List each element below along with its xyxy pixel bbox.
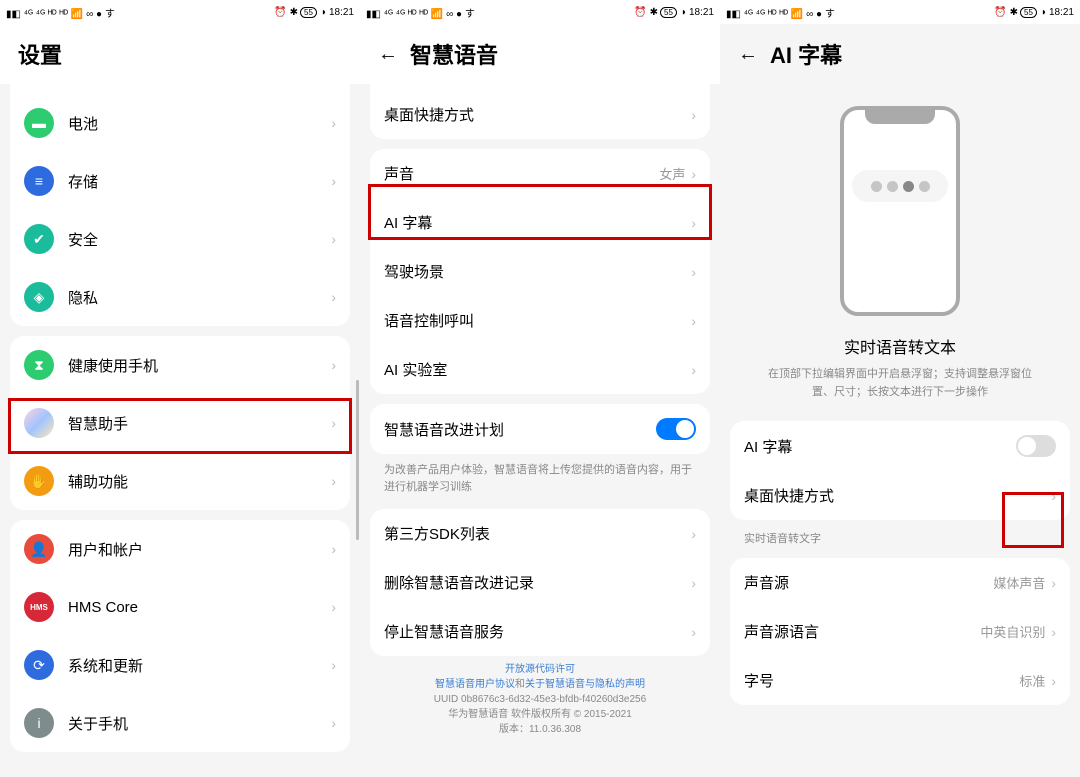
page-header: ← AI 字幕 [720, 24, 1080, 84]
battery-icon: ▬ [24, 108, 54, 138]
chevron-right-icon: › [331, 115, 336, 131]
settings-group-3: 👤用户和帐户› HMSHMS Core› ⟳系统和更新› i关于手机› [10, 520, 350, 752]
hand-icon: ✋ [24, 466, 54, 496]
page-header: ← 智慧语音 [360, 24, 720, 84]
row-users[interactable]: 👤用户和帐户› [10, 520, 350, 578]
smart-assistant-icon [24, 408, 54, 438]
row-sound-source[interactable]: 声音源媒体声音› [730, 558, 1070, 607]
chevron-right-icon: › [1051, 624, 1056, 640]
row-about-phone[interactable]: i关于手机› [10, 694, 350, 752]
user-icon: 👤 [24, 534, 54, 564]
back-arrow-icon[interactable]: ← [378, 43, 398, 66]
plan-description: 为改善产品用户体验，智慧语音将上传您提供的语音内容，用于进行机器学习训练 [370, 454, 710, 499]
hourglass-icon: ⧗ [24, 350, 54, 380]
ai-subtitle-screen: ▮◧ ⁴ᴳ ⁴ᴳ ᴴᴰ ᴴᴰ 📶 ∞ ● す ⏰ ✱ 55◗ 18:21 ← A… [720, 0, 1080, 777]
refresh-icon: ⟳ [24, 650, 54, 680]
privacy-link[interactable]: 关于智慧语音与隐私的声明 [525, 679, 645, 690]
row-driving[interactable]: 驾驶场景› [370, 247, 710, 296]
hms-icon: HMS [24, 592, 54, 622]
voice-plan-card: 智慧语音改进计划 [370, 404, 710, 454]
opensource-link[interactable]: 开放源代码许可 [505, 664, 575, 675]
voice-assistant-screen: ▮◧ ⁴ᴳ ⁴ᴳ ᴴᴰ ᴴᴰ 📶 ∞ ● す ⏰ ✱ 55◗ 18:21 ← 智… [360, 0, 720, 777]
chevron-right-icon: › [691, 526, 696, 542]
row-ai-subtitle-toggle[interactable]: AI 字幕 [730, 421, 1070, 471]
voice-group-2: 声音女声› AI 字幕› 驾驶场景› 语音控制呼叫› AI 实验室› [370, 149, 710, 394]
settings-group-2: ⧗健康使用手机› 智慧助手› ✋辅助功能› [10, 336, 350, 510]
chevron-right-icon: › [331, 473, 336, 489]
section-label: 实时语音转文字 [730, 520, 1070, 548]
info-icon: i [24, 708, 54, 738]
chevron-right-icon: › [331, 415, 336, 431]
illustration-description: 在顶部下拉编辑界面中开启悬浮窗；支持调整悬浮窗位置、尺寸；长按文本进行下一步操作 [740, 366, 1060, 401]
storage-icon: ≡ [24, 166, 54, 196]
chevron-right-icon: › [331, 231, 336, 247]
privacy-icon: ◈ [24, 282, 54, 312]
chevron-right-icon: › [331, 173, 336, 189]
chevron-right-icon: › [331, 541, 336, 557]
row-security[interactable]: ✔安全› [10, 210, 350, 268]
chevron-right-icon: › [1051, 575, 1056, 591]
subtitle-group-1: AI 字幕 桌面快捷方式› [730, 421, 1070, 520]
row-sdk-list[interactable]: 第三方SDK列表› [370, 509, 710, 558]
chevron-right-icon: › [691, 362, 696, 378]
row-storage[interactable]: ≡存储› [10, 152, 350, 210]
chevron-right-icon: › [1051, 673, 1056, 689]
settings-screen: ▮◧ ⁴ᴳ ⁴ᴳ ᴴᴰ ᴴᴰ 📶 ∞ ● す ⏰ ✱ 55◗ 18:21 设置 … [0, 0, 360, 777]
row-stop-service[interactable]: 停止智慧语音服务› [370, 607, 710, 656]
chevron-right-icon: › [331, 657, 336, 673]
row-accessibility[interactable]: ✋辅助功能› [10, 452, 350, 510]
chevron-right-icon: › [331, 599, 336, 615]
page-title: 设置 [18, 38, 62, 70]
row-delete-records[interactable]: 删除智慧语音改进记录› [370, 558, 710, 607]
row-health[interactable]: ⧗健康使用手机› [10, 336, 350, 394]
page-title: AI 字幕 [770, 38, 842, 70]
row-ai-subtitle[interactable]: AI 字幕› [370, 198, 710, 247]
toggle-switch[interactable] [656, 418, 696, 440]
footer-text: 开放源代码许可 智慧语音用户协议和关于智慧语音与隐私的声明 UUID 0b867… [370, 656, 710, 743]
row-source-language[interactable]: 声音源语言中英自识别› [730, 607, 1070, 656]
row-desktop-shortcut[interactable]: 桌面快捷方式› [730, 471, 1070, 520]
chevron-right-icon: › [691, 575, 696, 591]
user-agreement-link[interactable]: 智慧语音用户协议 [435, 679, 515, 690]
row-improvement-plan[interactable]: 智慧语音改进计划 [370, 404, 710, 454]
chevron-right-icon: › [691, 166, 696, 182]
chevron-right-icon: › [691, 107, 696, 123]
voice-group-1: 桌面快捷方式› [370, 84, 710, 139]
row-font-size[interactable]: 字号标准› [730, 656, 1070, 705]
page-header: 设置 [0, 24, 360, 84]
back-arrow-icon[interactable]: ← [738, 43, 758, 66]
status-bar: ▮◧ ⁴ᴳ ⁴ᴳ ᴴᴰ ᴴᴰ 📶 ∞ ● す ⏰ ✱ 55◗ 18:21 [0, 0, 360, 24]
status-bar: ▮◧ ⁴ᴳ ⁴ᴳ ᴴᴰ ᴴᴰ 📶 ∞ ● す ⏰ ✱ 55◗ 18:21 [720, 0, 1080, 24]
subtitle-group-2: 声音源媒体声音› 声音源语言中英自识别› 字号标准› [730, 558, 1070, 705]
settings-group-1: ▬电池› ≡存储› ✔安全› ◈隐私› [10, 84, 350, 326]
row-smart-assistant[interactable]: 智慧助手› [10, 394, 350, 452]
scrollbar[interactable] [356, 380, 359, 540]
chevron-right-icon: › [691, 215, 696, 231]
row-hms-core[interactable]: HMSHMS Core› [10, 578, 350, 636]
illustration-section: 实时语音转文本 在顶部下拉编辑界面中开启悬浮窗；支持调整悬浮窗位置、尺寸；长按文… [730, 84, 1070, 411]
voice-group-3: 第三方SDK列表› 删除智慧语音改进记录› 停止智慧语音服务› [370, 509, 710, 656]
page-title: 智慧语音 [410, 38, 498, 70]
row-privacy[interactable]: ◈隐私› [10, 268, 350, 326]
row-shortcut[interactable]: 桌面快捷方式› [370, 90, 710, 139]
row-voice-call[interactable]: 语音控制呼叫› [370, 296, 710, 345]
illustration-title: 实时语音转文本 [844, 334, 956, 358]
chevron-right-icon: › [331, 715, 336, 731]
row-battery[interactable]: ▬电池› [10, 94, 350, 152]
toggle-switch[interactable] [1016, 435, 1056, 457]
shield-icon: ✔ [24, 224, 54, 254]
row-sound[interactable]: 声音女声› [370, 149, 710, 198]
chevron-right-icon: › [691, 624, 696, 640]
chevron-right-icon: › [1051, 488, 1056, 504]
chevron-right-icon: › [691, 264, 696, 280]
phone-illustration [840, 106, 960, 316]
row-ai-lab[interactable]: AI 实验室› [370, 345, 710, 394]
row-system-update[interactable]: ⟳系统和更新› [10, 636, 350, 694]
chevron-right-icon: › [691, 313, 696, 329]
chevron-right-icon: › [331, 357, 336, 373]
chevron-right-icon: › [331, 289, 336, 305]
status-bar: ▮◧ ⁴ᴳ ⁴ᴳ ᴴᴰ ᴴᴰ 📶 ∞ ● す ⏰ ✱ 55◗ 18:21 [360, 0, 720, 24]
